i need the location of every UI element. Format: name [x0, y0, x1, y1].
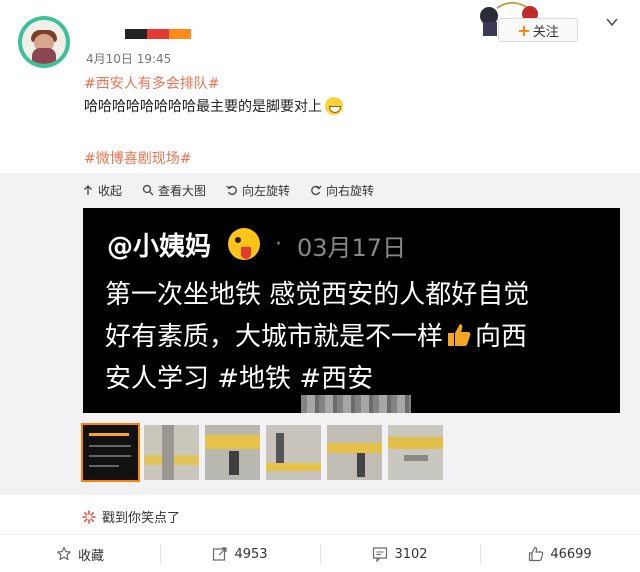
thumb-detail — [229, 451, 239, 475]
thumb-detail — [404, 455, 428, 461]
follow-label: 关注 — [532, 24, 559, 40]
chevron-down-icon[interactable] — [604, 14, 620, 30]
rotate-left-button[interactable]: 向左旋转 — [226, 182, 290, 199]
thumb-detail — [205, 435, 260, 449]
redaction-block — [147, 29, 169, 39]
reaction-tag[interactable]: 戳到你笑点了 — [82, 507, 180, 526]
post-time[interactable]: 4月10日 19:45 — [86, 50, 171, 67]
collapse-button[interactable]: 收起 — [82, 182, 122, 199]
thumb-detail — [388, 437, 443, 449]
image-line-1: 第一次坐地铁 感觉西安的人都好自觉 — [105, 280, 530, 310]
thumbnail[interactable] — [81, 423, 140, 482]
image-date: 03月17日 — [297, 234, 407, 262]
rotate-left-icon — [226, 185, 237, 196]
avatar-body — [32, 48, 56, 64]
favorite-label: 收藏 — [77, 548, 104, 564]
favorite-button[interactable]: 收藏 — [0, 536, 160, 572]
thumb-detail — [89, 465, 119, 467]
action-bar: 收藏 4953 3102 46699 — [0, 536, 640, 572]
image-line-2b: 向西 — [475, 322, 528, 352]
comment-count: 3102 — [394, 546, 428, 562]
thumbnail[interactable] — [388, 425, 443, 480]
username-redacted[interactable] — [125, 29, 191, 39]
topic-link[interactable]: #西安人有多会排队# — [84, 73, 219, 93]
repost-button[interactable]: 4953 — [160, 536, 320, 572]
thumbnail-strip — [81, 423, 443, 482]
rotate-left-label: 向左旋转 — [242, 183, 291, 198]
thumb-detail — [162, 425, 174, 480]
image-line-2: 好有素质，大城市就是不一样 向西 — [105, 316, 527, 353]
repost-icon — [213, 547, 228, 561]
rotate-right-label: 向右旋转 — [326, 183, 375, 198]
star-icon — [57, 546, 71, 561]
image-handle: @小姨妈 — [107, 232, 212, 262]
comment-button[interactable]: 3102 — [320, 536, 480, 572]
arrow-up-icon — [84, 185, 92, 195]
comment-icon — [373, 547, 388, 562]
image-toolbar: 收起 查看大图 向左旋转 向右旋转 — [82, 182, 374, 198]
post-text: 哈哈哈哈哈哈哈哈最主要的是脚要对上 — [84, 96, 343, 116]
thumb-detail — [357, 453, 365, 477]
thumbs-up-icon — [448, 324, 471, 346]
post-text-content: 哈哈哈哈哈哈哈哈最主要的是脚要对上 — [84, 99, 322, 115]
follow-button[interactable]: + 关注 — [498, 18, 578, 42]
repost-count: 4953 — [234, 546, 268, 562]
redaction-block — [169, 29, 191, 39]
view-large-button[interactable]: 查看大图 — [142, 182, 206, 199]
collapse-label: 收起 — [98, 183, 123, 198]
like-button[interactable]: 46699 — [480, 536, 640, 572]
search-icon — [142, 184, 154, 196]
thumb-detail — [89, 455, 131, 457]
post-image[interactable]: @小姨妈 · 03月17日 第一次坐地铁 感觉西安的人都好自觉 好有素质，大城市… — [83, 208, 620, 413]
thumbnail[interactable] — [266, 425, 321, 480]
thumbnail[interactable] — [144, 425, 199, 480]
thumb-detail — [89, 445, 131, 447]
image-dot: · — [275, 232, 282, 257]
image-line-3: 安人学习 #地铁 #西安 — [105, 364, 374, 394]
thumbnail[interactable] — [205, 425, 260, 480]
like-count: 46699 — [550, 546, 592, 562]
thumb-detail — [89, 433, 129, 436]
thumb-detail — [266, 463, 321, 471]
image-line-2a: 好有素质，大城市就是不一样 — [105, 322, 444, 352]
thumbnail[interactable] — [327, 425, 382, 480]
plus-icon: + — [517, 20, 531, 40]
rotate-right-button[interactable]: 向右旋转 — [310, 182, 374, 199]
avatar-image — [22, 20, 66, 64]
grin-emoji-icon — [325, 97, 343, 115]
thumbs-up-outline-icon — [529, 546, 544, 562]
divider — [0, 534, 640, 535]
redaction-block — [125, 29, 147, 39]
watermark-blur — [301, 395, 411, 413]
thumb-detail — [276, 433, 284, 463]
view-large-label: 查看大图 — [158, 183, 207, 198]
reaction-label: 戳到你笑点了 — [102, 511, 181, 526]
thumb-detail — [327, 443, 382, 453]
smile-burst-icon — [82, 509, 96, 524]
topic-link[interactable]: #微博喜剧现场# — [84, 148, 191, 168]
avatar[interactable] — [18, 16, 70, 68]
rotate-right-icon — [311, 185, 322, 196]
crazy-face-emoji-icon — [228, 228, 260, 260]
